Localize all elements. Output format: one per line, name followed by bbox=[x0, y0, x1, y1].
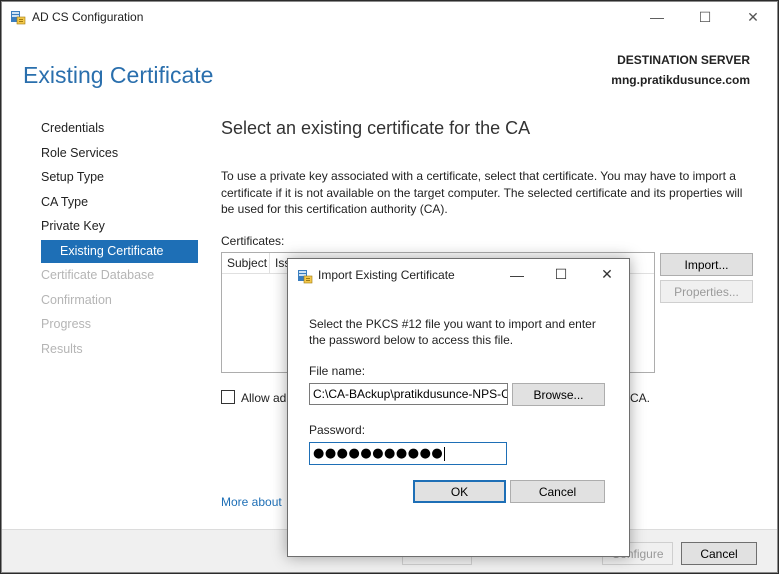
minimize-icon: — bbox=[510, 266, 524, 283]
cancel-button[interactable]: Cancel bbox=[681, 542, 757, 565]
nav-item-certificate-database: Certificate Database bbox=[41, 268, 155, 282]
window-title: AD CS Configuration bbox=[32, 10, 144, 24]
text-caret bbox=[444, 446, 446, 461]
properties-button: Properties... bbox=[660, 280, 753, 303]
nav-item-existing-certificate[interactable]: Existing Certificate bbox=[41, 240, 198, 263]
dialog-title: Import Existing Certificate bbox=[318, 268, 455, 282]
allow-admin-label: Allow ad bbox=[241, 391, 287, 405]
destination-server-label: DESTINATION SERVER bbox=[617, 53, 750, 67]
password-label: Password: bbox=[309, 423, 366, 437]
close-icon: ✕ bbox=[747, 8, 759, 25]
allow-admin-checkbox[interactable] bbox=[221, 390, 235, 404]
import-existing-certificate-dialog: Import Existing Certificate — ☐ ✕ Select… bbox=[287, 258, 630, 557]
nav-item-role-services[interactable]: Role Services bbox=[41, 146, 118, 160]
allow-admin-label-tail: CA. bbox=[630, 391, 651, 405]
dialog-titlebar[interactable]: Import Existing Certificate — ☐ ✕ bbox=[288, 259, 629, 290]
window-titlebar[interactable]: AD CS Configuration — ☐ ✕ bbox=[2, 2, 777, 32]
maximize-icon: ☐ bbox=[554, 266, 568, 282]
minimize-button[interactable]: — bbox=[634, 2, 680, 32]
maximize-button[interactable]: ☐ bbox=[682, 2, 728, 32]
nav-item-results: Results bbox=[41, 342, 83, 356]
close-icon: ✕ bbox=[601, 266, 613, 282]
more-about-link[interactable]: More about bbox=[221, 495, 282, 509]
file-name-input[interactable]: C:\CA-BAckup\pratikdusunce-NPS-CA.p12 bbox=[309, 383, 508, 405]
close-button[interactable]: ✕ bbox=[730, 2, 776, 32]
nav-item-private-key[interactable]: Private Key bbox=[41, 219, 105, 233]
certificate-icon bbox=[298, 270, 313, 284]
password-mask: ●●●●●●●●●●● bbox=[313, 446, 444, 461]
password-input[interactable]: ●●●●●●●●●●● bbox=[309, 442, 507, 465]
import-button[interactable]: Import... bbox=[660, 253, 753, 276]
certificates-label: Certificates: bbox=[221, 234, 285, 248]
nav-item-ca-type[interactable]: CA Type bbox=[41, 195, 88, 209]
destination-server-name: mng.pratikdusunce.com bbox=[611, 73, 750, 87]
nav-item-confirmation: Confirmation bbox=[41, 293, 112, 307]
maximize-icon: ☐ bbox=[698, 8, 712, 25]
column-header-subject[interactable]: Subject bbox=[222, 253, 270, 274]
nav-item-credentials[interactable]: Credentials bbox=[41, 121, 104, 135]
dialog-cancel-button[interactable]: Cancel bbox=[510, 480, 605, 503]
dialog-maximize-button[interactable]: ☐ bbox=[538, 259, 584, 290]
dialog-instruction: Select the PKCS #12 file you want to imp… bbox=[309, 317, 596, 347]
server-config-icon bbox=[11, 11, 26, 25]
browse-button[interactable]: Browse... bbox=[512, 383, 605, 406]
minimize-icon: — bbox=[650, 9, 664, 25]
dialog-minimize-button[interactable]: — bbox=[494, 259, 540, 290]
dialog-close-button[interactable]: ✕ bbox=[584, 259, 630, 290]
page-title: Existing Certificate bbox=[23, 62, 214, 88]
file-name-label: File name: bbox=[309, 364, 366, 378]
ok-button[interactable]: OK bbox=[413, 480, 506, 503]
section-heading: Select an existing certificate for the C… bbox=[221, 118, 531, 138]
nav-item-progress: Progress bbox=[41, 317, 92, 331]
nav-item-setup-type[interactable]: Setup Type bbox=[41, 170, 104, 184]
section-description: To use a private key associated with a c… bbox=[221, 169, 743, 216]
